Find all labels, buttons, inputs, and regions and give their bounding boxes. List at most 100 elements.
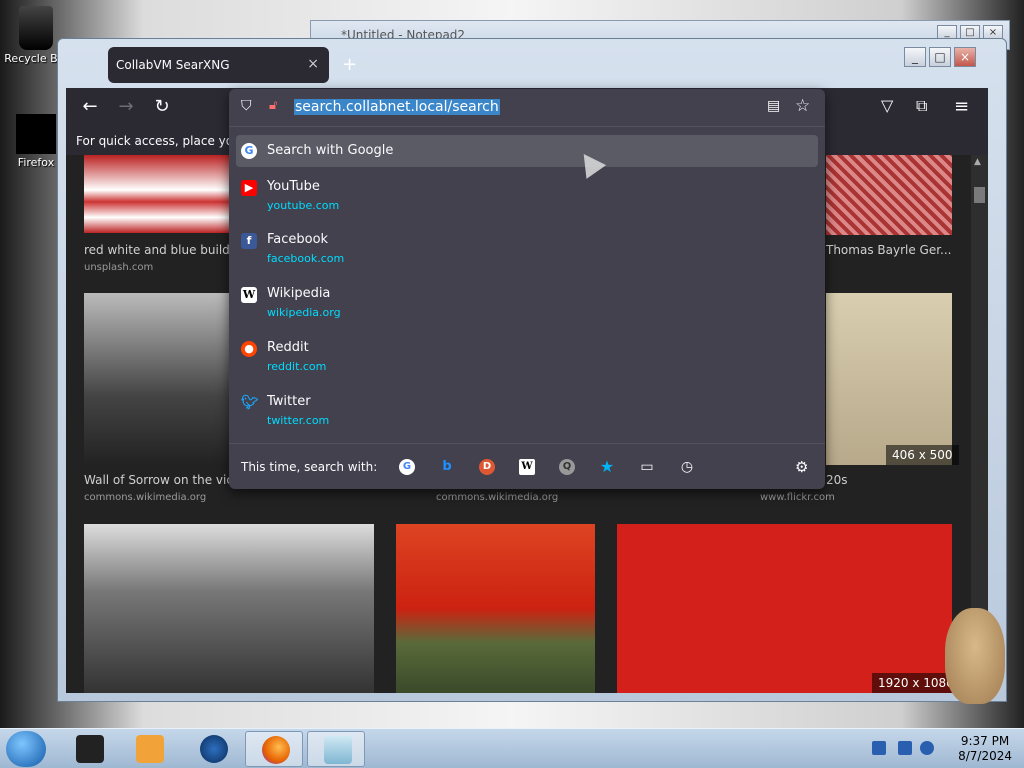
tracking-protection-shield-icon[interactable]: ⛉ bbox=[241, 98, 252, 114]
taskbar-item-browser-globe[interactable] bbox=[184, 731, 242, 767]
suggestion-twitter[interactable]: 🐦︎ Twitter twitter.com bbox=[236, 391, 818, 437]
search-settings-gear-icon[interactable]: ⚙ bbox=[795, 458, 808, 476]
suggestion-url: wikipedia.org bbox=[267, 306, 341, 319]
volume-icon[interactable] bbox=[920, 741, 934, 755]
taskbar-item-firefox[interactable] bbox=[245, 731, 303, 767]
firefox-icon bbox=[16, 114, 56, 154]
suggestion-url: youtube.com bbox=[267, 199, 340, 212]
result-image-tile[interactable] bbox=[84, 155, 234, 235]
result-image[interactable] bbox=[84, 293, 234, 465]
result-image-tile[interactable] bbox=[84, 293, 234, 465]
suggestion-name: Wikipedia bbox=[267, 286, 331, 301]
suggestion-url: reddit.com bbox=[267, 360, 327, 373]
firefox-desktop-label: Firefox bbox=[17, 156, 55, 169]
searxng-engine-icon[interactable]: Q bbox=[559, 459, 575, 475]
back-arrow-icon[interactable]: ← bbox=[78, 96, 102, 117]
result-image-tile[interactable] bbox=[396, 524, 595, 693]
network-icon[interactable] bbox=[898, 741, 912, 755]
system-tray: 9:37 PM 8/7/2024 bbox=[856, 729, 1024, 768]
result-source: commons.wikimedia.org bbox=[84, 492, 207, 503]
wikipedia-icon: W bbox=[241, 287, 257, 303]
suggestion-url: facebook.com bbox=[267, 252, 345, 265]
cube-app-icon bbox=[76, 735, 104, 763]
bing-engine-icon[interactable]: b bbox=[439, 459, 455, 475]
wikipedia-engine-icon[interactable]: W bbox=[519, 459, 535, 475]
new-tab-button[interactable]: + bbox=[342, 54, 357, 75]
suggestion-url: twitter.com bbox=[267, 414, 330, 427]
suggestion-label: Search with Google bbox=[267, 143, 394, 158]
result-image-tile[interactable] bbox=[617, 524, 952, 693]
result-image-tile[interactable] bbox=[826, 155, 952, 235]
taskbar-item-notepad[interactable] bbox=[307, 731, 365, 767]
tab-title: CollabVM SearXNG bbox=[116, 58, 230, 72]
suggestion-name: Facebook bbox=[267, 232, 329, 247]
bookmark-star-icon[interactable]: ☆ bbox=[795, 96, 810, 116]
reload-icon[interactable]: ↻ bbox=[150, 96, 174, 117]
result-source: www.flickr.com bbox=[760, 492, 835, 503]
hamburger-menu-icon[interactable]: ≡ bbox=[954, 96, 969, 117]
twitter-icon: 🐦︎ bbox=[241, 395, 259, 411]
suggestion-name: Reddit bbox=[267, 340, 309, 355]
browser-minimize-button[interactable]: _ bbox=[904, 47, 926, 67]
scroll-up-icon[interactable]: ▲ bbox=[974, 157, 981, 167]
image-dimensions-badge: 406 x 500 bbox=[886, 445, 959, 465]
browser-maximize-button[interactable]: □ bbox=[929, 47, 951, 67]
clock-date: 8/7/2024 bbox=[958, 749, 1012, 763]
one-off-search-bar: This time, search with: G b D W Q ★ ▭ ◷ … bbox=[229, 443, 825, 489]
result-image-tile[interactable] bbox=[84, 524, 374, 693]
browser-close-button[interactable]: × bbox=[954, 47, 976, 67]
duckduckgo-engine-icon[interactable]: D bbox=[479, 459, 495, 475]
result-image[interactable] bbox=[396, 524, 595, 693]
bluetooth-icon[interactable] bbox=[872, 741, 886, 755]
result-image[interactable] bbox=[826, 155, 952, 235]
tabs-engine-icon[interactable]: ▭ bbox=[639, 459, 655, 475]
search-with-google-suggestion[interactable]: G Search with Google bbox=[236, 135, 818, 167]
hamster-overlay-image bbox=[945, 608, 1005, 704]
taskbar-item-app[interactable] bbox=[60, 731, 118, 767]
insecure-lock-icon[interactable]: 🔓︎ bbox=[269, 98, 277, 113]
recycle-bin-icon bbox=[19, 6, 53, 50]
result-image[interactable] bbox=[826, 293, 952, 465]
start-button[interactable] bbox=[6, 731, 46, 767]
suggestion-facebook[interactable]: f Facebook facebook.com bbox=[236, 229, 818, 275]
result-source: commons.wikimedia.org bbox=[436, 492, 559, 503]
result-source: unsplash.com bbox=[84, 262, 154, 273]
reddit-icon: ● bbox=[241, 341, 257, 357]
firefox-icon bbox=[262, 736, 290, 764]
result-image[interactable] bbox=[617, 524, 952, 693]
result-image[interactable] bbox=[84, 155, 234, 233]
clock[interactable]: 9:37 PM 8/7/2024 bbox=[958, 734, 1012, 764]
bookmarks-engine-icon[interactable]: ★ bbox=[599, 459, 615, 475]
media-player-icon bbox=[136, 735, 164, 763]
result-caption[interactable]: Wall of Sorrow on the vic bbox=[84, 473, 233, 487]
suggestion-name: Twitter bbox=[267, 394, 311, 409]
result-caption[interactable]: Thomas Bayrle Ger... bbox=[826, 243, 952, 257]
google-engine-icon[interactable]: G bbox=[399, 459, 415, 475]
url-bar[interactable]: ⛉ 🔓︎ search.collabnet.local/search ▤ ☆ bbox=[229, 89, 825, 127]
reader-view-icon[interactable]: ▤ bbox=[767, 98, 780, 114]
result-caption[interactable]: red white and blue building bbox=[84, 243, 248, 257]
tab-collabvm-searxng[interactable]: CollabVM SearXNG × bbox=[108, 47, 329, 83]
youtube-icon: ▶ bbox=[241, 180, 257, 196]
globe-icon bbox=[200, 735, 228, 763]
tab-close-icon[interactable]: × bbox=[307, 56, 319, 72]
extensions-icon[interactable]: ⧉ bbox=[916, 96, 927, 116]
forward-arrow-icon[interactable]: → bbox=[114, 96, 138, 117]
scrollbar-thumb[interactable] bbox=[974, 187, 985, 203]
suggestion-name: YouTube bbox=[267, 179, 320, 194]
url-bar-dropdown: ⛉ 🔓︎ search.collabnet.local/search ▤ ☆ G… bbox=[229, 89, 825, 489]
taskbar-item-media[interactable] bbox=[120, 731, 178, 767]
result-image[interactable] bbox=[84, 524, 374, 693]
suggestion-reddit[interactable]: ● Reddit reddit.com bbox=[236, 337, 818, 383]
suggestion-youtube[interactable]: ▶ YouTube youtube.com bbox=[236, 176, 818, 222]
url-input[interactable]: search.collabnet.local/search bbox=[294, 99, 500, 115]
pocket-icon[interactable]: ▽ bbox=[881, 96, 893, 115]
google-icon: G bbox=[241, 143, 257, 159]
notepad-icon bbox=[324, 736, 352, 764]
result-caption[interactable]: 20s bbox=[826, 473, 848, 487]
history-engine-icon[interactable]: ◷ bbox=[679, 459, 695, 475]
facebook-icon: f bbox=[241, 233, 257, 249]
clock-time: 9:37 PM bbox=[960, 734, 1010, 748]
result-image-tile[interactable] bbox=[826, 293, 952, 465]
suggestion-wikipedia[interactable]: W Wikipedia wikipedia.org bbox=[236, 283, 818, 329]
